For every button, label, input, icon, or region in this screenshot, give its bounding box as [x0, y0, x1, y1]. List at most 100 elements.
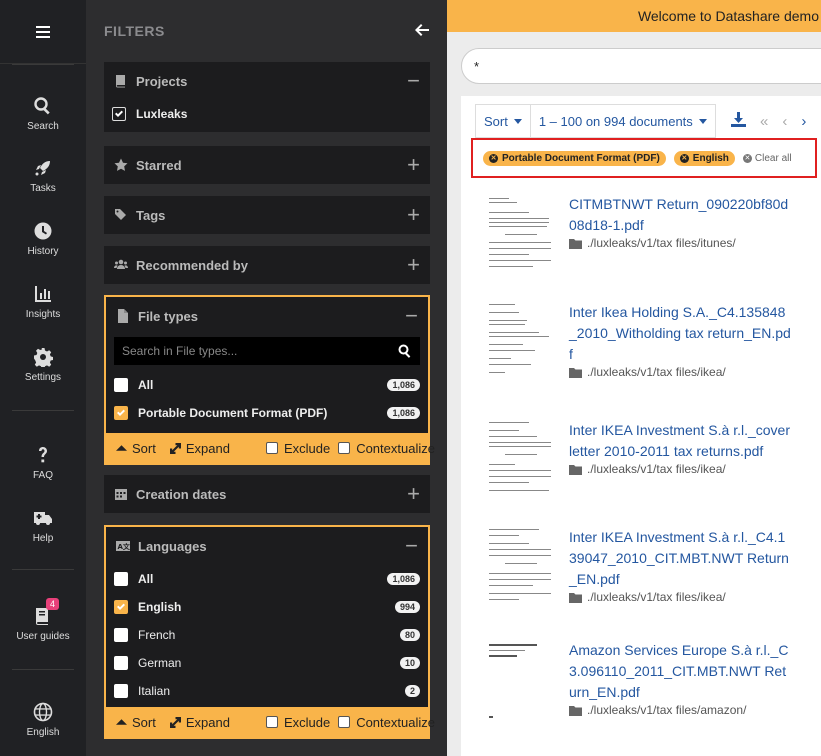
nav-faq[interactable]: FAQ [0, 445, 86, 481]
filter-chip-english[interactable]: ✕ English [673, 150, 735, 166]
filters-panel: FILTERS Projects − Luxleaks Starred + Ta… [86, 0, 447, 756]
filter-tags-header[interactable]: Tags + [104, 196, 430, 234]
nav-settings[interactable]: Settings [0, 347, 86, 383]
search-query: * [474, 58, 480, 74]
menu-icon[interactable] [0, 0, 86, 64]
remove-icon[interactable]: ✕ [489, 153, 498, 163]
filter-file-types-header[interactable]: File types − [106, 297, 428, 335]
next-page-icon[interactable]: › [801, 113, 806, 130]
checkbox[interactable] [265, 716, 278, 728]
nav-user-guides[interactable]: 4 User guides [0, 598, 86, 642]
document-path-text: ./luxleaks/v1/tax files/amazon/ [587, 703, 747, 717]
checkbox[interactable] [114, 572, 128, 586]
book-icon [116, 75, 125, 88]
filter-file-types: File types − Search in File types... All… [104, 295, 435, 465]
checkbox-checked[interactable] [112, 107, 126, 121]
nav-language[interactable]: English [0, 702, 86, 738]
document-item[interactable]: Inter IKEA Investment S.à r.l._C4.139047… [487, 527, 821, 627]
filter-item-english[interactable]: English 994 [106, 593, 428, 621]
plus-icon[interactable]: + [407, 254, 420, 276]
nav-help[interactable]: Help [0, 508, 86, 544]
filter-item-german[interactable]: German 10 [106, 649, 428, 677]
download-icon[interactable] [731, 112, 746, 131]
contextualize-toggle[interactable]: Contextualize [338, 441, 435, 456]
expand-button[interactable]: Expand [169, 441, 230, 456]
nav-tasks[interactable]: Tasks [0, 158, 86, 194]
plus-icon[interactable]: + [407, 204, 420, 226]
checkbox-checked[interactable] [114, 406, 128, 420]
filter-item-italian[interactable]: Italian 2 [106, 677, 428, 705]
filter-item-french[interactable]: French 80 [106, 621, 428, 649]
document-item[interactable]: Inter IKEA Investment S.à r.l._cover let… [487, 420, 821, 520]
checkbox[interactable] [114, 656, 128, 670]
count-badge: 994 [394, 601, 420, 613]
document-title-link[interactable]: Inter IKEA Investment S.à r.l._cover let… [569, 420, 791, 462]
filter-item-all[interactable]: All 1,086 [106, 565, 428, 593]
document-thumbnail[interactable] [487, 420, 553, 506]
checkbox[interactable] [265, 442, 278, 454]
document-thumbnail[interactable] [487, 194, 553, 280]
document-thumbnail[interactable] [487, 302, 553, 388]
contextualize-toggle[interactable]: Contextualize [338, 715, 435, 730]
nav-faq-label: FAQ [32, 470, 53, 481]
file-icon [118, 309, 128, 323]
svg-text:A文: A文 [118, 542, 131, 551]
plus-icon[interactable]: + [407, 483, 420, 505]
filter-creation-dates-header[interactable]: Creation dates + [104, 475, 430, 513]
nav-search[interactable]: Search [0, 96, 86, 132]
minus-icon[interactable]: − [405, 535, 418, 557]
exclude-toggle[interactable]: Exclude [265, 715, 330, 730]
search-input[interactable]: * [461, 48, 821, 84]
document-title-link[interactable]: Amazon Services Europe S.à r.l._C3.09611… [569, 640, 791, 703]
filter-projects-header[interactable]: Projects − [104, 62, 430, 100]
checkbox[interactable] [114, 684, 128, 698]
count-badge: 1,086 [387, 379, 420, 391]
minus-icon[interactable]: − [405, 305, 418, 327]
document-title-link[interactable]: CITMBTNWT Return_090220bf80d08d18-1.pdf [569, 194, 791, 236]
clear-all-button[interactable]: ✕ Clear all [742, 153, 792, 164]
filter-chip-pdf[interactable]: ✕ Portable Document Format (PDF) [483, 150, 666, 166]
chip-label: Portable Document Format (PDF) [502, 152, 660, 164]
nav-insights[interactable]: Insights [0, 284, 86, 320]
nav-history[interactable]: History [0, 221, 86, 257]
folder-icon [569, 592, 582, 603]
calendar-icon [115, 489, 127, 500]
sort-dropdown[interactable]: Sort [475, 104, 531, 138]
checkbox[interactable] [338, 716, 351, 728]
document-title-link[interactable]: Inter Ikea Holding S.A._C4.135848_2010_W… [569, 302, 791, 365]
document-thumbnail[interactable] [487, 527, 553, 613]
remove-icon[interactable]: ✕ [679, 153, 689, 163]
page-range-dropdown[interactable]: 1 – 100 on 994 documents [530, 104, 716, 138]
document-item[interactable]: CITMBTNWT Return_090220bf80d08d18-1.pdf … [487, 194, 821, 294]
expand-button[interactable]: Expand [169, 715, 230, 730]
document-item[interactable]: Inter Ikea Holding S.A._C4.135848_2010_W… [487, 302, 821, 402]
checkbox[interactable] [114, 628, 128, 642]
document-thumbnail[interactable] [487, 640, 553, 726]
checkbox-checked[interactable] [114, 600, 128, 614]
minus-icon[interactable]: − [407, 70, 420, 92]
filter-item-all[interactable]: All 1,086 [106, 371, 428, 399]
language-icon: A文 [116, 541, 131, 551]
checkbox[interactable] [114, 378, 128, 392]
exclude-toggle[interactable]: Exclude [265, 441, 330, 456]
document-title-link[interactable]: Inter IKEA Investment S.à r.l._C4.139047… [569, 527, 791, 590]
filter-starred-header[interactable]: Starred + [104, 146, 430, 184]
filter-item-label: All [138, 572, 154, 586]
document-path: ./luxleaks/v1/tax files/ikea/ [569, 590, 726, 604]
file-types-search-input[interactable]: Search in File types... [114, 337, 420, 365]
filter-languages-header[interactable]: A文 Languages − [106, 527, 428, 565]
filter-item-luxleaks[interactable]: Luxleaks [104, 100, 430, 128]
document-item[interactable]: Amazon Services Europe S.à r.l._C3.09611… [487, 640, 821, 740]
filter-item-label: Luxleaks [136, 107, 188, 121]
previous-page-icon[interactable]: ‹ [782, 113, 787, 130]
checkbox[interactable] [338, 442, 351, 454]
filter-recommended-header[interactable]: Recommended by + [104, 246, 430, 284]
first-page-icon[interactable]: « [760, 113, 768, 130]
sort-button[interactable]: Sort [116, 441, 156, 456]
plus-icon[interactable]: + [407, 154, 420, 176]
users-icon [114, 259, 128, 269]
filter-item-pdf[interactable]: Portable Document Format (PDF) 1,086 [106, 399, 428, 427]
search-icon [34, 97, 50, 115]
arrow-left-icon[interactable] [415, 23, 429, 39]
sort-button[interactable]: Sort [116, 715, 156, 730]
